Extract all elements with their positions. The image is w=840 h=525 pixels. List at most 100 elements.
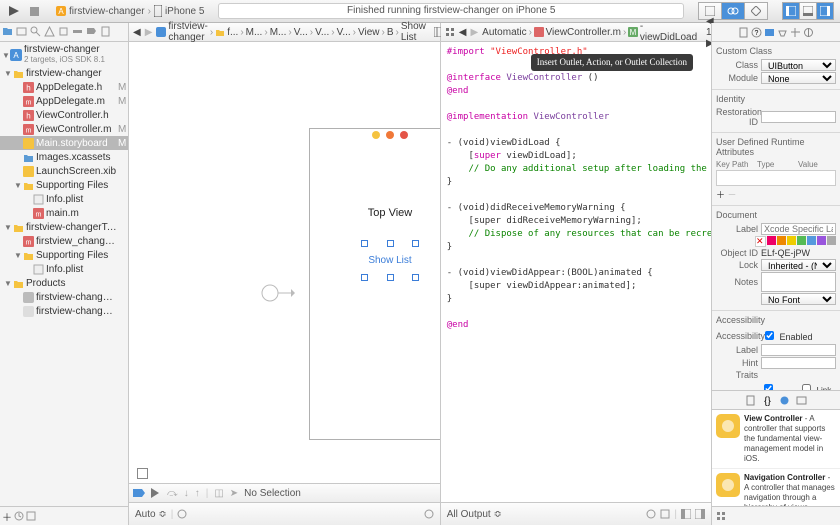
ib-jump-bar[interactable]: ◀ ▶ firstview-changer›f...›M...›M...›V..… <box>129 23 440 42</box>
tree-item[interactable]: ▼Supporting Files <box>0 178 128 192</box>
scene-view-controller[interactable]: Top View Show List <box>309 128 440 440</box>
a11y-label-field[interactable] <box>761 344 836 356</box>
object-library-tab[interactable] <box>779 395 790 406</box>
project-navigator-tab[interactable] <box>2 26 14 38</box>
udra-remove-button[interactable]: － <box>728 190 737 200</box>
forward-button[interactable]: ▶ <box>145 27 153 38</box>
object-library[interactable]: View Controller - A controller that supp… <box>712 410 840 506</box>
console-filter-button[interactable] <box>646 509 656 519</box>
jump-segment[interactable]: Show List <box>401 21 426 43</box>
find-navigator-tab[interactable] <box>30 26 42 38</box>
identity-inspector-tab[interactable] <box>764 27 775 38</box>
label-color-3[interactable] <box>787 236 796 245</box>
code-snippet-tab[interactable]: {} <box>762 395 773 406</box>
project-navigator-tree[interactable]: ▼ A firstview-changer2 targets, iOS SDK … <box>0 42 128 506</box>
debug-navigator-tab[interactable] <box>72 26 84 38</box>
tree-item[interactable]: ▼firstview-changerTests <box>0 220 128 234</box>
a11y-hint-field[interactable] <box>761 357 836 369</box>
console-clear-button[interactable] <box>660 509 670 519</box>
lock-field[interactable]: Inherited - (Nothing) <box>761 259 836 271</box>
assistant-editor-button[interactable] <box>721 2 745 20</box>
udra-table[interactable] <box>716 170 836 186</box>
tree-item[interactable]: Info.plist <box>0 262 128 276</box>
issue-navigator-tab[interactable] <box>44 26 56 38</box>
first-responder-icon[interactable] <box>386 131 394 139</box>
tree-item[interactable]: hViewController.h <box>0 108 128 122</box>
class-field[interactable]: UIButton <box>761 59 836 71</box>
library-view-toggle[interactable] <box>716 511 726 521</box>
debug-hierarchy-button[interactable]: ◫ <box>214 488 223 499</box>
toggle-inspector-button[interactable] <box>816 2 834 20</box>
step-out-button[interactable]: ↑ <box>195 488 200 499</box>
source-text[interactable]: #import "ViewController.h" @interface Vi… <box>441 42 711 502</box>
console-right-button[interactable] <box>695 509 705 519</box>
initial-vc-arrow[interactable] <box>261 284 295 302</box>
src-jump-bar[interactable]: ◀ ▶ Automatic› ViewController.m› M -view… <box>441 23 711 42</box>
help-inspector-tab[interactable]: ? <box>751 27 762 38</box>
scm-filter-button[interactable] <box>26 511 36 521</box>
button-show-list[interactable]: Show List <box>364 243 416 278</box>
jump-segment[interactable]: M... <box>246 27 263 38</box>
label-color-6[interactable] <box>817 236 826 245</box>
module-field[interactable]: None <box>761 72 836 84</box>
console-output-label[interactable]: All Output ≎ <box>447 509 502 520</box>
report-navigator-tab[interactable] <box>100 26 112 38</box>
udra-add-button[interactable]: ＋ <box>716 190 725 200</box>
step-in-button[interactable]: ↓ <box>184 488 189 499</box>
add-button[interactable]: ＋ <box>2 509 12 524</box>
library-item[interactable]: View Controller - A controller that supp… <box>712 410 840 469</box>
variables-quicklook-button[interactable] <box>177 509 187 519</box>
jump-segment[interactable]: View <box>358 27 380 38</box>
tree-item[interactable]: ▼Supporting Files <box>0 248 128 262</box>
toggle-breakpoints-button[interactable] <box>133 488 145 498</box>
stop-button[interactable] <box>26 3 42 19</box>
connections-inspector-tab[interactable] <box>803 27 814 38</box>
notes-font-field[interactable]: No Font <box>761 293 836 305</box>
ib-canvas[interactable]: Top View Show List <box>129 42 440 483</box>
document-outline-toggle[interactable] <box>137 468 148 479</box>
file-inspector-tab[interactable] <box>738 27 749 38</box>
exit-proxy-icon[interactable] <box>400 131 408 139</box>
label-color-4[interactable] <box>797 236 806 245</box>
tree-item[interactable]: Main.storyboardM <box>0 136 128 150</box>
tree-item[interactable]: Images.xcassets <box>0 150 128 164</box>
tree-item[interactable]: mmain.m <box>0 206 128 220</box>
vc-proxy-icon[interactable] <box>372 131 380 139</box>
jump-segment[interactable]: V... <box>294 27 308 38</box>
simulate-location-button[interactable]: ➤ <box>230 488 238 499</box>
continue-button[interactable] <box>151 488 161 498</box>
media-library-tab[interactable] <box>796 395 807 406</box>
console-left-button[interactable] <box>681 509 691 519</box>
jump-segment[interactable]: V... <box>337 27 351 38</box>
variables-filter-button[interactable] <box>424 509 434 519</box>
tree-item[interactable]: mfirstview_changerTests.m <box>0 234 128 248</box>
forward-button[interactable]: ▶ <box>470 27 478 38</box>
toggle-debug-button[interactable] <box>799 2 817 20</box>
recent-filter-button[interactable] <box>14 511 24 521</box>
run-button[interactable] <box>6 3 22 19</box>
file-template-tab[interactable] <box>745 395 756 406</box>
doc-label-field[interactable] <box>761 223 836 235</box>
tree-item[interactable]: ▼firstview-changer <box>0 66 128 80</box>
notes-field[interactable] <box>761 272 836 292</box>
label-color-1[interactable] <box>767 236 776 245</box>
variables-auto-label[interactable]: Auto ≎ <box>135 509 167 520</box>
attributes-inspector-tab[interactable] <box>777 27 788 38</box>
related-items-button[interactable] <box>445 27 455 37</box>
label-top-view[interactable]: Top View <box>310 207 440 219</box>
toggle-navigator-button[interactable] <box>782 2 800 20</box>
breakpoint-navigator-tab[interactable] <box>86 26 98 38</box>
back-button[interactable]: ◀ <box>133 27 141 38</box>
tree-item[interactable]: ▼Products <box>0 276 128 290</box>
jump-segment[interactable]: f... <box>227 27 238 38</box>
jump-segment[interactable]: M... <box>270 27 287 38</box>
jump-segment[interactable]: V... <box>315 27 329 38</box>
tree-item[interactable]: LaunchScreen.xib <box>0 164 128 178</box>
label-color-none[interactable]: ✕ <box>755 236 766 247</box>
test-navigator-tab[interactable] <box>58 26 70 38</box>
label-color-5[interactable] <box>807 236 816 245</box>
tree-item[interactable]: hAppDelegate.hM <box>0 80 128 94</box>
symbol-navigator-tab[interactable] <box>16 26 28 38</box>
restoration-id-field[interactable] <box>761 111 836 123</box>
project-root[interactable]: ▼ A firstview-changer2 targets, iOS SDK … <box>0 44 128 66</box>
